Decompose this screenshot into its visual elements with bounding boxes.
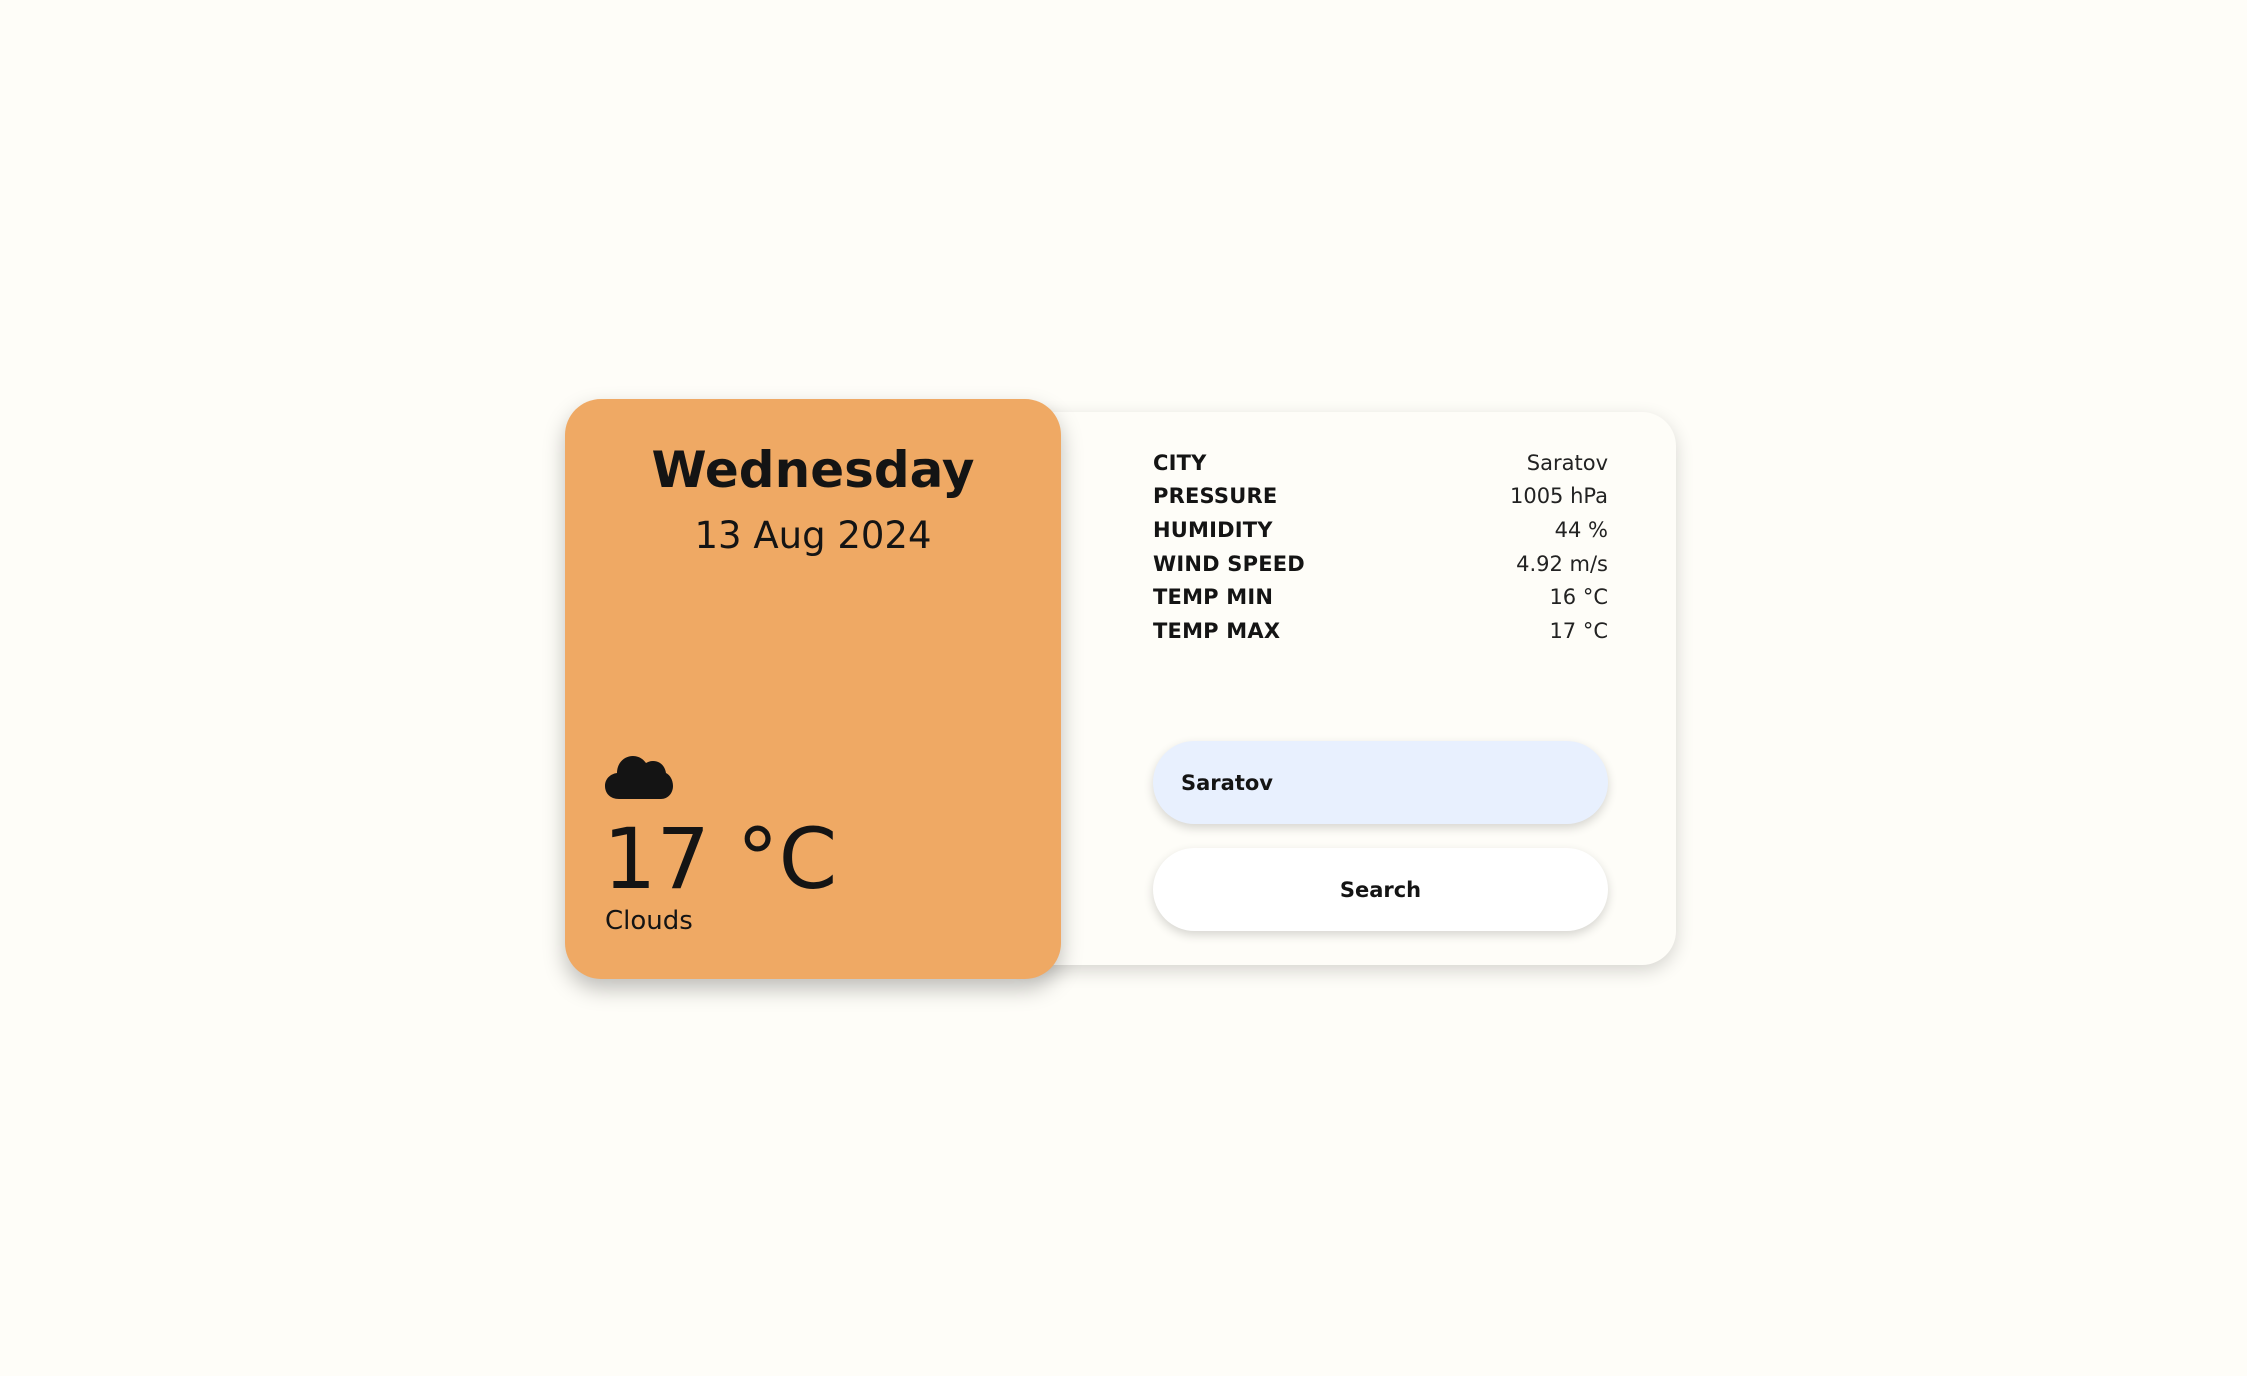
- detail-value: Saratov: [1526, 450, 1608, 475]
- search-button[interactable]: Search: [1153, 848, 1608, 931]
- current-date: 13 Aug 2024: [694, 514, 932, 557]
- city-search-input[interactable]: [1153, 741, 1608, 824]
- detail-label: PRESSURE: [1153, 484, 1278, 509]
- detail-row-wind-speed: WIND SPEED 4.92 m/s: [1153, 547, 1608, 581]
- detail-value: 44 %: [1554, 517, 1608, 542]
- detail-row-temp-min: TEMP MIN 16 °C: [1153, 580, 1608, 614]
- detail-row-city: CITY Saratov: [1153, 446, 1608, 480]
- detail-row-humidity: HUMIDITY 44 %: [1153, 513, 1608, 547]
- cloud-icon: [605, 756, 673, 799]
- weekday-title: Wednesday: [651, 441, 975, 499]
- detail-row-temp-max: TEMP MAX 17 °C: [1153, 614, 1608, 648]
- weather-details-list: CITY Saratov PRESSURE 1005 hPa HUMIDITY …: [1153, 446, 1608, 648]
- weather-app: CITY Saratov PRESSURE 1005 hPa HUMIDITY …: [0, 0, 2247, 1376]
- detail-label: TEMP MAX: [1153, 618, 1281, 643]
- detail-value: 17 °C: [1549, 618, 1608, 643]
- current-weather-card: Wednesday 13 Aug 2024 17 °C Clouds: [565, 399, 1061, 979]
- weather-condition: Clouds: [605, 906, 693, 936]
- detail-label: TEMP MIN: [1153, 585, 1274, 610]
- detail-value: 4.92 m/s: [1516, 551, 1608, 576]
- detail-value: 1005 hPa: [1509, 484, 1608, 509]
- detail-row-pressure: PRESSURE 1005 hPa: [1153, 480, 1608, 514]
- detail-label: CITY: [1153, 450, 1207, 475]
- current-temperature: 17 °C: [603, 810, 838, 908]
- detail-label: WIND SPEED: [1153, 551, 1305, 576]
- detail-label: HUMIDITY: [1153, 517, 1273, 542]
- detail-value: 16 °C: [1549, 585, 1608, 610]
- weather-details-panel: CITY Saratov PRESSURE 1005 hPa HUMIDITY …: [1010, 412, 1676, 965]
